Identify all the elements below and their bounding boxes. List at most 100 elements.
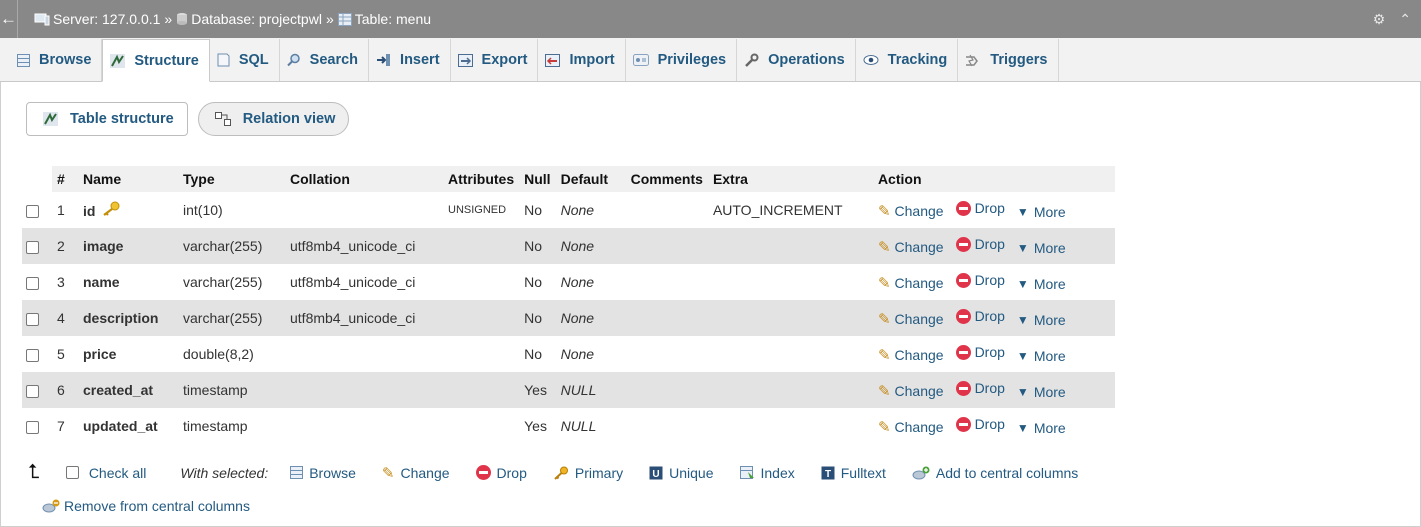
drop-action[interactable]: Drop: [955, 308, 1005, 324]
column-attributes: UNSIGNED: [448, 204, 507, 216]
column-type[interactable]: double(8,2): [178, 336, 285, 372]
drop-action[interactable]: Drop: [955, 236, 1005, 252]
drop-action[interactable]: Drop: [955, 380, 1005, 396]
bulk-browse-button[interactable]: Browse: [290, 465, 356, 481]
drop-action[interactable]: Drop: [955, 416, 1005, 432]
breadcrumb-table[interactable]: Table: menu: [337, 11, 431, 27]
tab-triggers[interactable]: Triggers: [958, 39, 1059, 81]
tab-import[interactable]: Import: [538, 39, 626, 81]
drop-action[interactable]: Drop: [955, 344, 1005, 360]
column-default: NULL: [560, 418, 597, 434]
back-arrow-icon[interactable]: ←: [0, 0, 18, 38]
change-action[interactable]: ✎ Change: [878, 346, 944, 364]
column-comments: [625, 300, 708, 336]
tab-browse[interactable]: Browse: [10, 39, 103, 81]
row-checkbox[interactable]: [26, 384, 39, 398]
tab-search[interactable]: Search: [279, 39, 370, 81]
tab-export[interactable]: Export: [450, 39, 539, 81]
more-action[interactable]: ▼ More: [1017, 240, 1066, 256]
tab-sql-label: SQL: [238, 52, 269, 68]
column-extra: [708, 408, 873, 444]
table-row[interactable]: 2 image varchar(255) utf8mb4_unicode_ci No No…: [22, 228, 1115, 264]
row-checkbox[interactable]: [26, 204, 39, 218]
column-type[interactable]: varchar(255): [178, 264, 285, 300]
more-action[interactable]: ▼ More: [1017, 420, 1066, 436]
row-number: 4: [52, 300, 78, 336]
row-checkbox[interactable]: [26, 420, 39, 434]
bulk-index-button[interactable]: Index: [739, 465, 795, 481]
column-type[interactable]: timestamp: [178, 408, 285, 444]
breadcrumb-database[interactable]: Database: projectpwl: [176, 11, 322, 27]
tab-structure[interactable]: Structure: [102, 39, 210, 82]
more-action[interactable]: ▼ More: [1017, 348, 1066, 364]
row-checkbox[interactable]: [26, 312, 39, 326]
tab-tracking[interactable]: Tracking: [855, 39, 959, 81]
header-name[interactable]: Name: [78, 166, 178, 192]
bulk-primary-button[interactable]: Primary: [553, 465, 623, 481]
column-default: None: [560, 202, 595, 218]
column-collation: [285, 408, 443, 444]
bulk-remove-central-button[interactable]: Remove from central columns: [42, 498, 250, 514]
more-action[interactable]: ▼ More: [1017, 312, 1066, 328]
row-checkbox-cell: [22, 408, 52, 444]
subtab-table-structure[interactable]: Table structure: [26, 102, 188, 136]
change-label: Change: [894, 310, 944, 327]
more-action[interactable]: ▼ More: [1017, 384, 1066, 400]
breadcrumb-separator: »: [325, 11, 334, 27]
column-comments: [626, 336, 708, 372]
central-columns-remove-icon: [42, 499, 60, 513]
tab-insert[interactable]: Insert: [369, 39, 451, 81]
header-comments[interactable]: Comments: [625, 166, 708, 192]
column-attributes: [443, 228, 520, 264]
pencil-icon: ✎: [877, 382, 891, 400]
drop-action[interactable]: Drop: [955, 272, 1005, 288]
tab-operations[interactable]: Operations: [737, 39, 856, 81]
header-attributes[interactable]: Attributes: [443, 166, 520, 192]
svg-text:T: T: [825, 469, 831, 480]
settings-gear-icon[interactable]: ⚙: [1373, 11, 1386, 28]
table-row[interactable]: 5 price double(8,2) No None ✎ Change Drop ▼ More: [22, 336, 1115, 372]
table-row[interactable]: 3 name varchar(255) utf8mb4_unicode_ci No Non…: [22, 264, 1115, 300]
table-row[interactable]: 6 created_at timestamp Yes NULL ✎ Change Drop ▼ M…: [22, 372, 1115, 408]
column-type[interactable]: timestamp: [178, 372, 285, 408]
tab-privileges[interactable]: Privileges: [625, 39, 738, 81]
more-action[interactable]: ▼ More: [1017, 276, 1066, 292]
check-all[interactable]: Check all: [65, 465, 146, 481]
column-type[interactable]: varchar(255): [178, 228, 285, 264]
collapse-icon[interactable]: ⌃: [1399, 11, 1411, 28]
subtab-relation-view[interactable]: Relation view: [197, 102, 350, 136]
header-collation[interactable]: Collation: [285, 166, 443, 192]
change-action[interactable]: ✎ Change: [878, 202, 944, 220]
change-action[interactable]: ✎ Change: [878, 274, 944, 292]
change-action[interactable]: ✎ Change: [878, 310, 944, 328]
change-action[interactable]: ✎ Change: [878, 418, 944, 436]
row-checkbox[interactable]: [26, 276, 39, 290]
column-type[interactable]: int(10): [178, 192, 285, 228]
change-action[interactable]: ✎ Change: [878, 238, 944, 256]
row-checkbox-cell: [22, 300, 52, 336]
table-row[interactable]: 7 updated_at timestamp Yes NULL ✎ Change Drop ▼ M…: [22, 408, 1115, 444]
row-checkbox[interactable]: [26, 240, 39, 254]
bulk-unique-button[interactable]: U Unique: [649, 465, 714, 481]
table-row[interactable]: 1 id int(10) UNSIGNED No None AUTO_INCREMENT ✎ C…: [22, 192, 1115, 228]
more-action[interactable]: ▼ More: [1017, 204, 1066, 220]
header-null[interactable]: Null: [519, 166, 556, 192]
change-action[interactable]: ✎ Change: [878, 382, 944, 400]
header-extra[interactable]: Extra: [707, 166, 873, 192]
pencil-icon: ✎: [877, 310, 891, 328]
header-default[interactable]: Default: [555, 166, 626, 192]
header-type[interactable]: Type: [178, 166, 285, 192]
tab-sql[interactable]: SQL: [209, 39, 280, 81]
check-all-checkbox[interactable]: [65, 466, 79, 479]
table-row[interactable]: 4 description varchar(255) utf8mb4_unicode_…: [22, 300, 1115, 336]
bulk-fulltext-button[interactable]: T Fulltext: [821, 465, 886, 481]
table-icon: [337, 12, 352, 26]
column-type[interactable]: varchar(255): [178, 300, 285, 336]
drop-label: Drop: [974, 200, 1005, 217]
bulk-drop-button[interactable]: Drop: [475, 465, 527, 481]
bulk-add-central-button[interactable]: Add to central columns: [912, 465, 1078, 481]
bulk-change-button[interactable]: ✎ Change: [382, 464, 450, 482]
drop-action[interactable]: Drop: [955, 200, 1005, 217]
row-checkbox[interactable]: [26, 348, 39, 362]
breadcrumb-server[interactable]: Server: 127.0.0.1: [34, 11, 160, 27]
